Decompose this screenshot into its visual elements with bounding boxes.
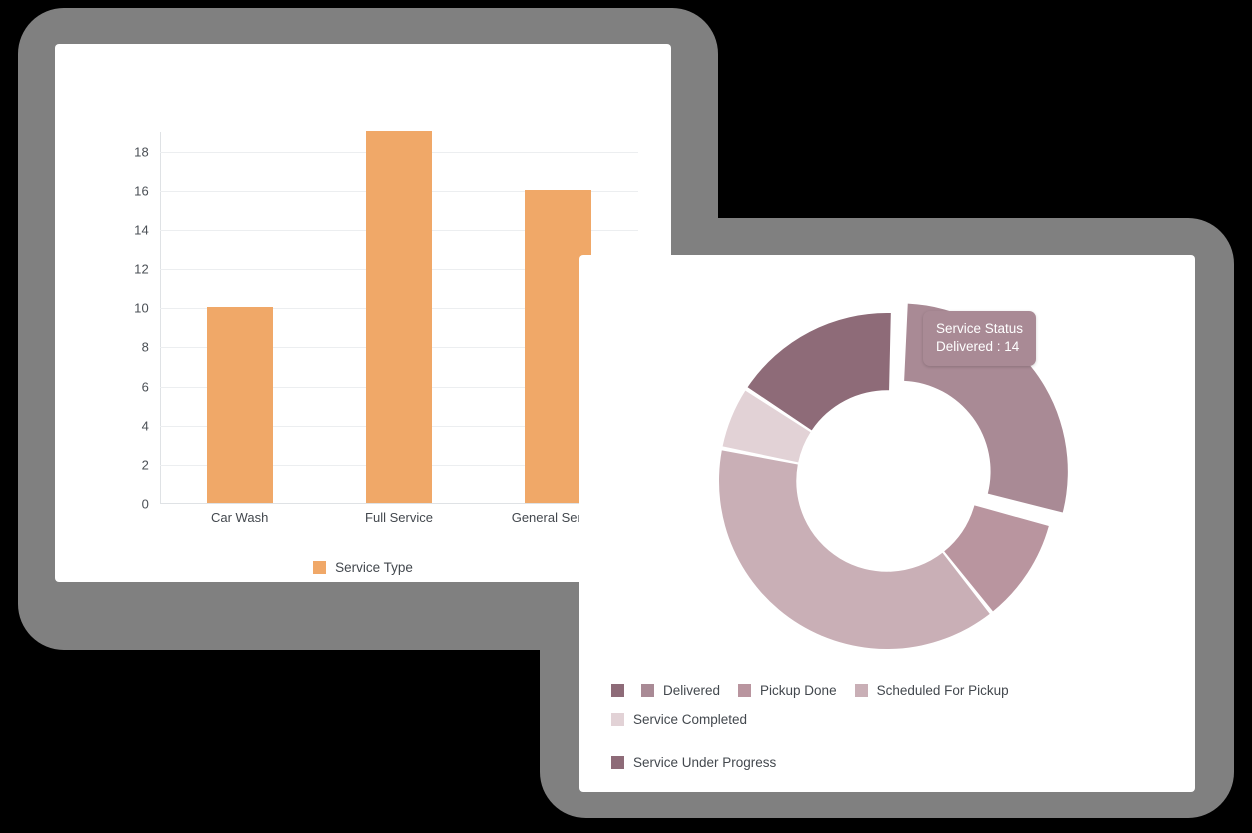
bar-series: [160, 131, 638, 503]
legend-swatch-orphan: [611, 684, 624, 697]
tooltip-title: Service Status: [936, 321, 1024, 336]
tooltip-value: Delivered : 14: [936, 339, 1020, 355]
legend-label-delivered: Delivered: [663, 683, 721, 698]
y-axis-tick-label: 16: [134, 183, 149, 199]
legend-item-pickup-done[interactable]: Pickup Done: [738, 683, 837, 698]
legend-label-scheduled-for-pickup: Scheduled For Pickup: [876, 683, 1009, 698]
legend-swatch-pickup-done: [738, 684, 752, 697]
legend-swatch-service-under-progress: [611, 756, 624, 769]
legend-item-service-completed[interactable]: Service Completed: [611, 712, 747, 727]
x-axis-label: Car Wash: [211, 510, 269, 525]
bar-full-service[interactable]: [365, 131, 432, 503]
y-axis-tick-label: 18: [134, 144, 149, 160]
bar-slot: [160, 132, 319, 503]
legend-swatch-scheduled-for-pickup: [854, 684, 868, 697]
legend-swatch-service-type: [313, 561, 327, 574]
service-status-donut-chart[interactable]: Delivered : 14Pickup Done : 5Scheduled F…: [579, 255, 1195, 792]
legend-item-service-under-progress[interactable]: Service Under Progress: [611, 755, 776, 770]
legend-item-scheduled-for-pickup[interactable]: Scheduled For Pickup: [854, 683, 1009, 698]
y-axis-tick-label: 2: [141, 457, 149, 473]
x-axis-labels: Car Wash Full Service General Service: [160, 510, 638, 525]
bar-slot: [319, 131, 478, 503]
y-axis-tick-label: 4: [141, 418, 149, 434]
legend-label-pickup-done: Pickup Done: [760, 683, 837, 698]
y-axis-tick-label: 6: [141, 379, 149, 395]
legend-label-service-type: Service Type: [335, 560, 413, 575]
y-axis-tick-label: 10: [134, 300, 149, 316]
bar-plot-area: 0 2 4 6 8 10 12 14 16 18: [134, 131, 638, 512]
service-status-donut-card: Delivered : 14Pickup Done : 5Scheduled F…: [579, 255, 1195, 792]
legend-item-delivered[interactable]: Delivered: [641, 683, 720, 698]
legend-swatch-service-completed: [611, 713, 624, 726]
legend-swatch-delivered: [641, 684, 654, 697]
x-axis-label: Full Service: [365, 510, 433, 525]
dashboard-stage: 0 2 4 6 8 10 12 14 16 18 Car Wash Full Service Gene…: [0, 0, 1252, 833]
y-axis-tick-label: 8: [141, 339, 149, 355]
legend-label-service-completed: Service Completed: [633, 712, 748, 727]
y-axis-tick-label: 14: [134, 222, 149, 238]
donut-tooltip: Service Status Delivered : 14: [923, 311, 1037, 367]
y-axis-tick-label: 0: [141, 496, 149, 512]
x-axis-line: [160, 503, 638, 504]
swatch: [611, 684, 624, 697]
bar-car-wash[interactable]: [206, 307, 273, 503]
donut-chart-legend[interactable]: Delivered Pickup Done Scheduled For Pickup…: [611, 683, 1171, 770]
legend-label-service-under-progress: Service Under Progress: [633, 755, 777, 770]
y-axis-tick-label: 12: [134, 261, 149, 277]
